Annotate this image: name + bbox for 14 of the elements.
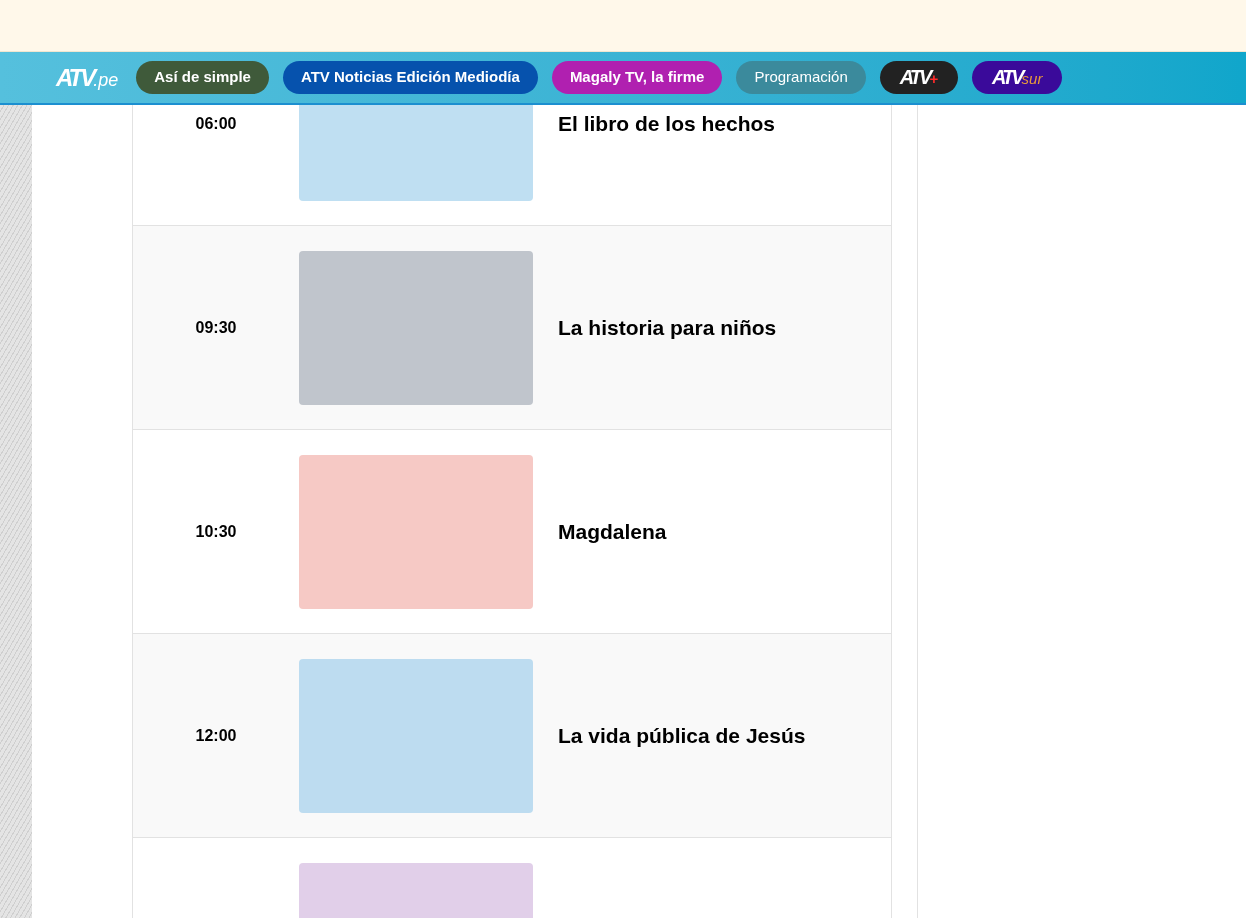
program-title[interactable]: El libro de los hechos [558, 107, 776, 140]
time-label: 10:30 [195, 521, 237, 542]
channel-logo-button[interactable]: ATV+ [879, 61, 959, 94]
time-label: 12:00 [195, 725, 237, 746]
nav-pill[interactable]: Así de simple [136, 61, 269, 94]
nav-pill[interactable]: Magaly TV, la firme [551, 61, 723, 94]
channel-logo-button[interactable]: ATVsur [972, 61, 1063, 94]
time-label: 06:00 [195, 113, 237, 134]
program-title[interactable]: Magdalena [558, 515, 667, 548]
program-title[interactable]: La historia para niños [558, 311, 777, 344]
nav-pill[interactable]: Programación [736, 61, 866, 94]
nav-pill[interactable]: ATV Noticias Edición Mediodía [282, 61, 538, 94]
program-title[interactable]: La vida pública de Jesús [558, 719, 806, 752]
time-label: 09:30 [195, 317, 237, 338]
